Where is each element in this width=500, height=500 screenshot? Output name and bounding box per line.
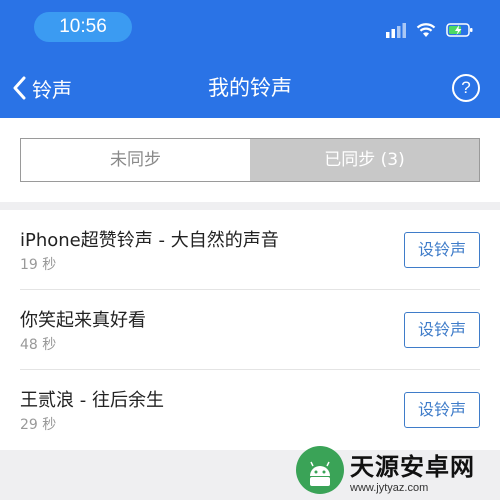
list-item: 王贰浪 - 往后余生 29 秒 设铃声	[0, 370, 500, 450]
watermark-name: 天源安卓网	[350, 452, 475, 481]
sync-tabs-container: 未同步 已同步 (3)	[0, 118, 500, 202]
ringtone-duration: 48 秒	[20, 337, 57, 353]
watermark: 天源安卓网 www.jytyaz.com	[296, 440, 500, 500]
set-ringtone-button[interactable]: 设铃声	[404, 312, 480, 348]
tab-synced[interactable]: 已同步 (3)	[250, 139, 479, 181]
ringtone-duration: 19 秒	[20, 257, 57, 273]
ringtone-list: iPhone超赞铃声 - 大自然的声音 19 秒 设铃声 你笑起来真好看 48 …	[0, 210, 500, 450]
ringtone-title: 王贰浪 - 往后余生	[20, 390, 164, 411]
list-item: iPhone超赞铃声 - 大自然的声音 19 秒 设铃声	[0, 210, 500, 290]
sync-segmented-control: 未同步 已同步 (3)	[20, 138, 480, 182]
header: 10:56 铃声 我的铃声 ?	[0, 0, 500, 118]
page-title: 我的铃声	[208, 76, 292, 100]
ringtone-title: iPhone超赞铃声 - 大自然的声音	[20, 230, 279, 251]
set-ringtone-button[interactable]: 设铃声	[404, 232, 480, 268]
battery-charging-icon	[446, 23, 473, 37]
ringtone-duration: 29 秒	[20, 417, 57, 433]
list-item: 你笑起来真好看 48 秒 设铃声	[0, 290, 500, 370]
ringtone-title: 你笑起来真好看	[20, 310, 146, 331]
android-logo-icon	[296, 446, 344, 494]
wifi-icon	[416, 23, 436, 37]
tab-unsynced[interactable]: 未同步	[21, 139, 250, 181]
status-time: 10:56	[34, 12, 132, 42]
cellular-signal-icon	[386, 23, 406, 38]
help-icon[interactable]: ?	[452, 74, 480, 102]
set-ringtone-button[interactable]: 设铃声	[404, 392, 480, 428]
watermark-url: www.jytyaz.com	[350, 481, 429, 494]
watermark-text: 天源安卓网 www.jytyaz.com	[350, 447, 475, 494]
status-icons	[386, 20, 474, 40]
nav-bar: 铃声 我的铃声 ?	[0, 60, 500, 116]
status-bar: 10:56	[0, 0, 500, 56]
